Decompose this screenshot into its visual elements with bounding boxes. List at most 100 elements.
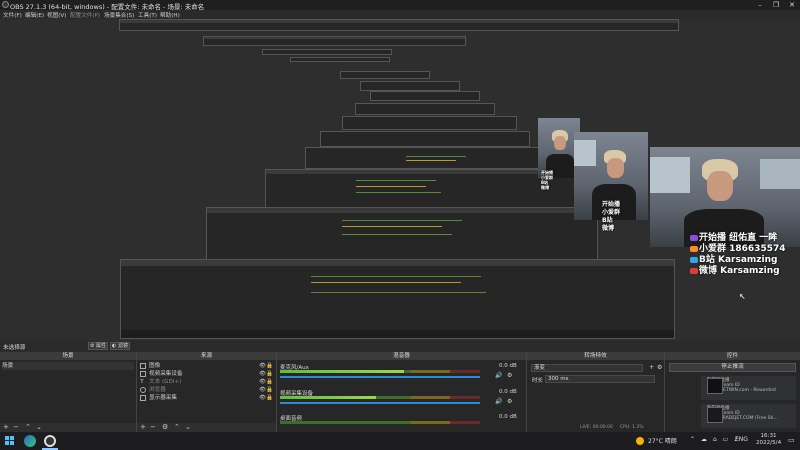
overlay-line-3: B站 Karsamzing (690, 255, 786, 266)
channel-settings-icon[interactable]: ⚙ (507, 372, 512, 379)
nested-screen (355, 103, 495, 115)
status-live: LIVE: 00:00:00 (580, 425, 613, 430)
volume-meter-level (280, 370, 404, 373)
close-button[interactable]: ✕ (784, 0, 800, 10)
volume-slider[interactable] (280, 402, 480, 404)
channel-db: 0.0 dB (499, 363, 517, 369)
menu-scene-collection[interactable]: 场景集合(S) (104, 11, 134, 19)
menu-profile[interactable]: 配置文件(P) (70, 11, 100, 19)
transitions-panel: 转场特效 渐变 + ⚙ 时长 300 ms (527, 352, 665, 432)
camera-icon (140, 371, 146, 377)
volume-meter (280, 421, 480, 424)
channel-settings-icon[interactable]: ⚙ (507, 398, 512, 405)
controls-header: 控件 (665, 352, 800, 360)
volume-meter-level (280, 396, 376, 399)
source-item[interactable]: 图像 (139, 362, 274, 370)
channel-db: 0.0 dB (499, 389, 517, 395)
nested-screen (370, 91, 480, 101)
minimize-button[interactable]: – (752, 0, 768, 10)
windows-start-icon[interactable] (4, 435, 16, 447)
overlay-line-1: 开始播 纽佑直 一眸 (690, 233, 786, 244)
status-cpu: CPU: 1.2% (620, 425, 644, 430)
nested-screen (203, 36, 466, 46)
nested-screen (120, 259, 675, 339)
add-scene-button[interactable]: + (3, 423, 9, 432)
menu-view[interactable]: 视图(V) (47, 11, 66, 19)
scenes-footer: + − ⌃ ⌄ (0, 423, 136, 432)
visibility-lock-icons[interactable]: 👁🔒 👁🔒 👁🔒 👁🔒 👁🔒 (259, 362, 273, 402)
monitor-icon (140, 395, 146, 401)
weather-text[interactable]: 27°C 晴朗 (648, 436, 677, 445)
remove-source-button[interactable]: − (150, 423, 156, 432)
menu-tools[interactable]: 工具(T) (138, 11, 157, 19)
source-item[interactable]: 显示器采集 (139, 394, 274, 402)
obs-taskbar-icon[interactable] (44, 435, 56, 447)
overlay-line-2: 小爱群 186635574 (690, 244, 786, 255)
controls-panel: 控件 停止推流 斯巴顿直播 主人: Steam ID CSGOBETWIN.co… (665, 352, 800, 432)
move-down-icon[interactable]: ⌄ (36, 423, 42, 432)
transition-settings-icon[interactable]: ⚙ (657, 364, 662, 371)
sources-panel: 来源 图像 视频采集设备 T 文本 (GDI+) 浏览器 显示器采集 👁🔒 👁🔒 👁🔒… (137, 352, 277, 432)
move-down-icon[interactable]: ⌄ (185, 423, 191, 432)
browser-icon (140, 387, 146, 393)
transition-type-select[interactable]: 渐变 (531, 364, 643, 372)
source-item[interactable]: T 文本 (GDI+) (139, 378, 274, 386)
nested-screen (206, 207, 598, 262)
tray-icons[interactable]: ⌃ ☁ ⌂ ▭ ♪ (690, 436, 740, 443)
move-up-icon[interactable]: ⌃ (174, 423, 180, 432)
edge-browser-icon[interactable] (24, 435, 36, 447)
nested-screen (360, 81, 460, 91)
nested-screen (119, 19, 679, 31)
windows-taskbar: 27°C 晴朗 ⌃ ☁ ⌂ ▭ ♪ ENG 16:31 2022/5/4 ▭ (0, 432, 800, 450)
mixer-header: 混音器 (277, 352, 526, 360)
nested-screen (342, 116, 517, 130)
nested-screen (305, 147, 550, 169)
image-icon (140, 363, 146, 369)
notification-thumb (707, 378, 723, 394)
properties-button[interactable]: ⚙ 属性 (88, 342, 108, 350)
text-icon: T (140, 379, 144, 385)
weather-sun-icon (636, 437, 644, 445)
nested-screen (320, 131, 530, 147)
scene-item[interactable]: 场景 (2, 362, 134, 370)
notification-center-icon[interactable]: ▭ (788, 436, 795, 444)
add-source-button[interactable]: + (140, 423, 146, 432)
add-transition-button[interactable]: + (649, 364, 654, 371)
nested-screen (290, 57, 390, 62)
mute-icon[interactable]: 🔊 (495, 398, 502, 405)
preview-canvas[interactable]: 开始播 小爱群 B站 微博 开始播 小爱群 B站 微博 开始播 纽佑直 一眸 小爱群 186… (0, 19, 800, 341)
mini-overlay: 开始播 小爱群 B站 微博 (602, 201, 621, 232)
scenes-panel: 场景 场景 + − ⌃ ⌄ (0, 352, 137, 432)
duration-input[interactable]: 300 ms (545, 375, 655, 383)
menu-edit[interactable]: 编辑(E) (25, 11, 44, 19)
clock[interactable]: 16:31 2022/5/4 (756, 433, 781, 447)
source-item[interactable]: 浏览器 (139, 386, 274, 394)
scenes-header: 场景 (0, 352, 136, 360)
overlay-line-4: 微博 Karsamzing (690, 266, 786, 277)
no-source-selected-label: 未选择源 (3, 345, 26, 351)
nested-screen (340, 71, 430, 79)
mouse-cursor-icon: ↖ (739, 292, 746, 301)
mini-overlay: 开始播 小爱群 B站 微博 (541, 170, 553, 190)
volume-slider[interactable] (280, 376, 480, 378)
duration-label: 时长 (532, 378, 544, 384)
source-settings-icon[interactable]: ⚙ (162, 423, 168, 432)
nested-screen (262, 49, 392, 55)
maximize-button[interactable]: ❐ (768, 0, 784, 10)
menu-help[interactable]: 帮助(H) (160, 11, 180, 19)
nested-screen (265, 169, 585, 209)
sources-header: 来源 (137, 352, 276, 360)
source-item[interactable]: 视频采集设备 (139, 370, 274, 378)
channel-db: 0.0 dB (499, 414, 517, 420)
webcam-feed (650, 147, 800, 247)
social-overlay: 开始播 纽佑直 一眸 小爱群 186635574 B站 Karsamzing 微… (690, 233, 786, 277)
menu-bar: 文件(F) 编辑(E) 视图(V) 配置文件(P) 场景集合(S) 工具(T) … (0, 10, 800, 19)
filters-button[interactable]: ◐ 滤镜 (110, 342, 130, 350)
move-up-icon[interactable]: ⌃ (25, 423, 31, 432)
menu-file[interactable]: 文件(F) (3, 11, 22, 19)
stop-streaming-button[interactable]: 停止推流 (669, 363, 796, 372)
mute-icon[interactable]: 🔊 (495, 372, 502, 379)
remove-scene-button[interactable]: − (13, 423, 19, 432)
input-language[interactable]: ENG (735, 436, 748, 443)
transitions-header: 转场特效 (527, 352, 664, 360)
